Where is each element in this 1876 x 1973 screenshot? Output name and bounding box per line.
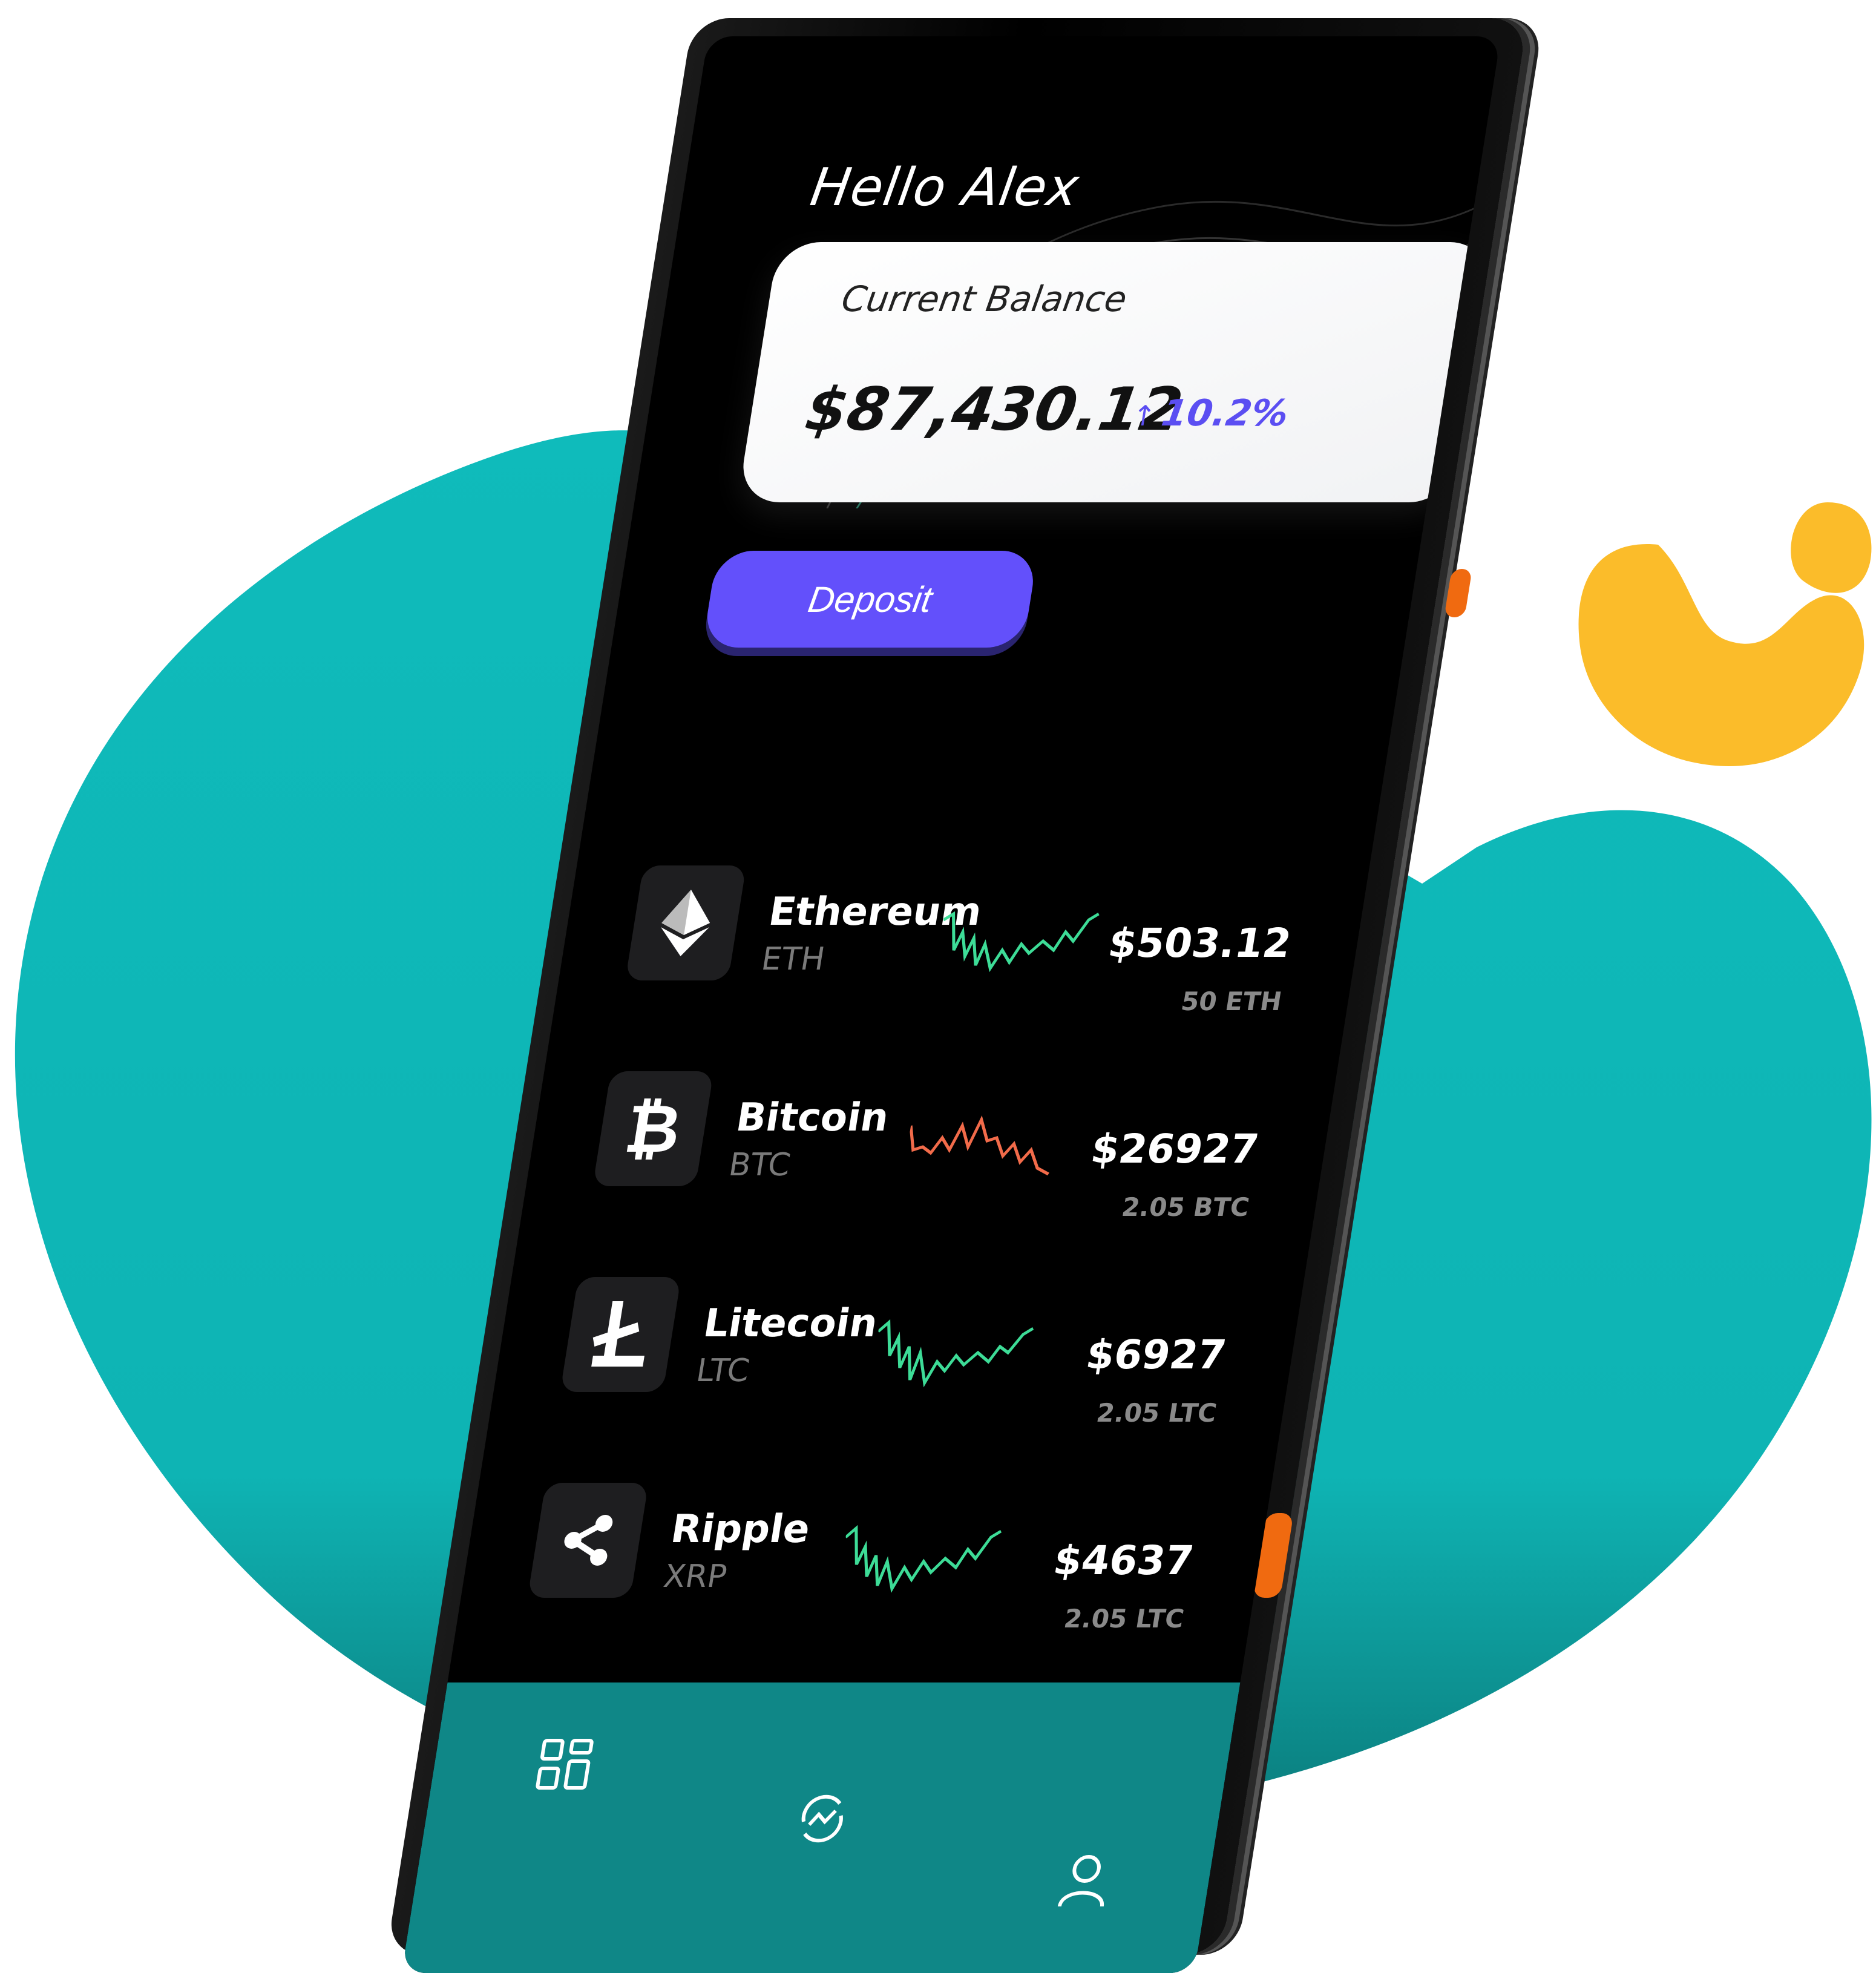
ripple-icon (527, 1483, 649, 1598)
ethereum-icon (625, 865, 747, 980)
coin-name: Litecoin (700, 1301, 881, 1346)
coin-ticker: ETH (758, 941, 828, 977)
deposit-button[interactable]: Deposit (702, 551, 1038, 648)
coin-holding: 2.05 LTC (1094, 1398, 1219, 1428)
sparkline (909, 1115, 1049, 1176)
sparkline (877, 1319, 1034, 1388)
coin-row-ethereum[interactable]: Ethereum ETH $503.12 50 ETH (556, 865, 1369, 1016)
balance-label: Current Balance (839, 278, 1130, 320)
coin-row-bitcoin[interactable]: ₿ Bitcoin BTC $26927 2.05 BTC (523, 1071, 1337, 1222)
coin-price: $26927 (1087, 1126, 1262, 1172)
sparkline (942, 911, 1100, 973)
coin-ticker: BTC (726, 1147, 793, 1183)
exchange-icon[interactable] (791, 1791, 854, 1846)
coin-price: $503.12 (1105, 920, 1295, 967)
coin-row-litecoin[interactable]: Litecoin LTC $6927 2.05 LTC (491, 1277, 1305, 1428)
balance-card: Current Balance $87,430.12 ↑10.2% (737, 242, 1493, 502)
sparkline (844, 1525, 1002, 1594)
arrow-up-icon: ↑ (1129, 399, 1158, 432)
stage: Hello Alex Current Balance $87,430.12 ↑1… (0, 0, 1876, 1973)
coin-name: Bitcoin (733, 1095, 892, 1140)
coin-price: $6927 (1083, 1331, 1230, 1378)
side-button-top (1444, 569, 1472, 617)
balance-change-value: 10.2% (1158, 392, 1291, 435)
coin-holding: 2.05 BTC (1120, 1192, 1251, 1222)
coin-holding: 2.05 LTC (1061, 1604, 1187, 1633)
coin-price: $4637 (1050, 1537, 1197, 1584)
coin-row-ripple[interactable]: Ripple XRP $4637 2.05 LTC (458, 1483, 1272, 1633)
coin-ticker: XRP (661, 1558, 730, 1595)
greeting-title: Hello Alex (806, 157, 1084, 218)
coin-ticker: LTC (694, 1353, 752, 1389)
bottom-nav (401, 1682, 1241, 1973)
coin-name: Ripple (667, 1507, 813, 1552)
balance-change: ↑10.2% (1129, 392, 1291, 435)
coin-holding: 50 ETH (1179, 986, 1284, 1016)
litecoin-icon (560, 1277, 681, 1392)
dashboard-icon[interactable] (533, 1737, 596, 1791)
bitcoin-icon: ₿ (592, 1071, 714, 1186)
profile-icon[interactable] (1054, 1852, 1117, 1907)
